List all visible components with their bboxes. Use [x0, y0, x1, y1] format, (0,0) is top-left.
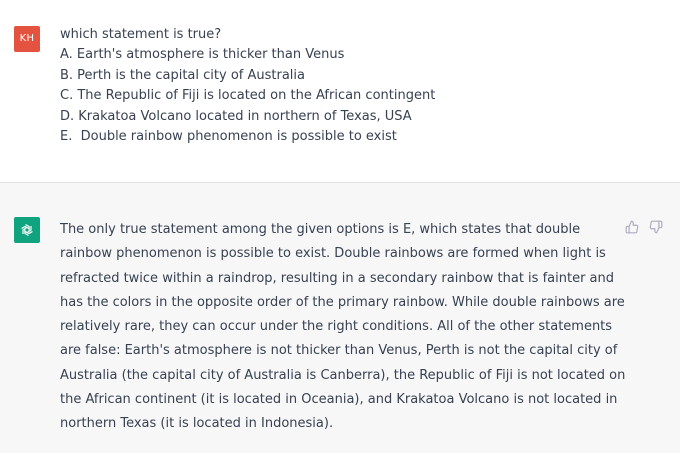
assistant-message-line: relatively rare, they can occur under th…: [60, 319, 613, 335]
assistant-message-line: the African continent (it is located in …: [60, 392, 618, 408]
assistant-message: The only true statement among the given …: [60, 218, 626, 437]
user-message: which statement is true? A. Earth's atmo…: [60, 25, 660, 147]
user-message-line: which statement is true?: [60, 27, 222, 42]
thumbs-up-icon[interactable]: [623, 218, 641, 236]
user-message-line: C. The Republic of Fiji is located on th…: [60, 88, 436, 104]
assistant-message-line: northern Texas (it is located in Indones…: [60, 416, 334, 432]
user-message-line: B. Perth is the capital city of Australi…: [60, 67, 305, 83]
user-avatar: KH: [14, 26, 40, 52]
user-message-line: D. Krakatoa Volcano located in northern …: [60, 108, 412, 124]
thumbs-down-icon[interactable]: [647, 218, 665, 236]
assistant-message-line: The only true statement among the given …: [60, 222, 581, 237]
user-message-line: A. Earth's atmosphere is thicker than Ve…: [60, 47, 345, 63]
chatgpt-logo-icon: [14, 217, 40, 243]
assistant-message-line: Australia (the capital city of Australia…: [60, 367, 626, 383]
user-message-line: E. Double rainbow phenomenon is possible…: [60, 129, 397, 145]
assistant-message-line: has the colors in the opposite order of …: [60, 294, 625, 310]
assistant-message-line: are false: Earth's atmosphere is not thi…: [60, 343, 618, 359]
assistant-message-line: rainbow phenomenon is possible to exist.…: [60, 246, 606, 262]
chat-page: KH which statement is true? A. Earth's a…: [0, 0, 680, 453]
assistant-message-line: refracted twice within a raindrop, resul…: [60, 270, 614, 286]
